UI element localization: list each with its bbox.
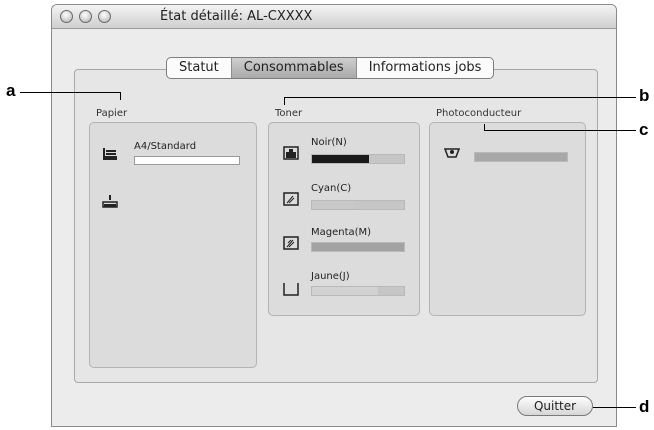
window-title: État détaillé: AL-CXXXX xyxy=(160,9,313,24)
paper-tray-empty-icon xyxy=(102,193,118,208)
photoconductor-icon xyxy=(443,145,461,159)
toner-cyan-icon xyxy=(283,191,299,206)
toner-panel: Noir(N) Cyan(C) Magenta(M) Jaune(J) xyxy=(268,122,420,316)
close-window-button[interactable] xyxy=(60,10,73,23)
callout-c: c xyxy=(639,120,649,139)
photoconductor-level xyxy=(474,152,568,162)
callout-d-line xyxy=(593,407,636,408)
toner-cyan-label: Cyan(C) xyxy=(311,183,352,194)
toner-magenta-level xyxy=(311,242,405,252)
toner-yellow-label: Jaune(J) xyxy=(311,271,350,282)
consumables-content: Papier A4/Standard Toner Noir(N) Cyan(C)… xyxy=(74,69,598,383)
toner-black-level xyxy=(311,154,405,164)
paper-tray-label: A4/Standard xyxy=(134,141,197,152)
callout-a-line xyxy=(20,92,121,93)
paper-group-label: Papier xyxy=(96,108,128,119)
toner-cyan-fill xyxy=(312,201,354,209)
callout-a: a xyxy=(6,81,16,100)
minimize-window-button[interactable] xyxy=(79,10,92,23)
tab-informations-jobs[interactable]: Informations jobs xyxy=(357,58,494,78)
callout-b: b xyxy=(639,86,650,105)
tab-consommables[interactable]: Consommables xyxy=(231,58,357,78)
callout-c-tick xyxy=(484,124,485,131)
status-window: État détaillé: AL-CXXXX Papier A4/Standa… xyxy=(51,4,617,427)
photoconductor-panel xyxy=(429,122,586,316)
paper-panel: A4/Standard xyxy=(89,122,257,368)
toner-black-icon xyxy=(283,145,299,160)
paper-tray-icon xyxy=(102,146,118,160)
toner-magenta-fill xyxy=(312,243,404,251)
tab-statut[interactable]: Statut xyxy=(167,58,232,78)
callout-a-tick xyxy=(120,92,121,100)
photoconductor-group-label: Photoconducteur xyxy=(436,108,522,119)
toner-magenta-label: Magenta(M) xyxy=(311,227,372,238)
zoom-window-button[interactable] xyxy=(98,10,111,23)
toner-yellow-level xyxy=(311,286,405,296)
quit-button[interactable]: Quitter xyxy=(517,396,593,416)
toner-yellow-fill xyxy=(312,287,379,295)
callout-c-line xyxy=(484,130,636,131)
callout-b-tick xyxy=(284,97,285,105)
photoconductor-fill xyxy=(475,153,567,161)
paper-level-bar xyxy=(134,156,240,165)
tab-bar: Statut Consommables Informations jobs xyxy=(166,57,495,79)
callout-b-line xyxy=(284,97,636,98)
toner-magenta-icon xyxy=(283,235,299,250)
callout-d: d xyxy=(639,397,650,416)
toner-black-fill xyxy=(312,155,370,163)
toner-cyan-level xyxy=(311,200,405,210)
toner-group-label: Toner xyxy=(275,108,303,119)
toner-yellow-icon xyxy=(283,281,299,296)
title-bar: État détaillé: AL-CXXXX xyxy=(52,5,616,29)
toner-black-label: Noir(N) xyxy=(311,137,347,148)
